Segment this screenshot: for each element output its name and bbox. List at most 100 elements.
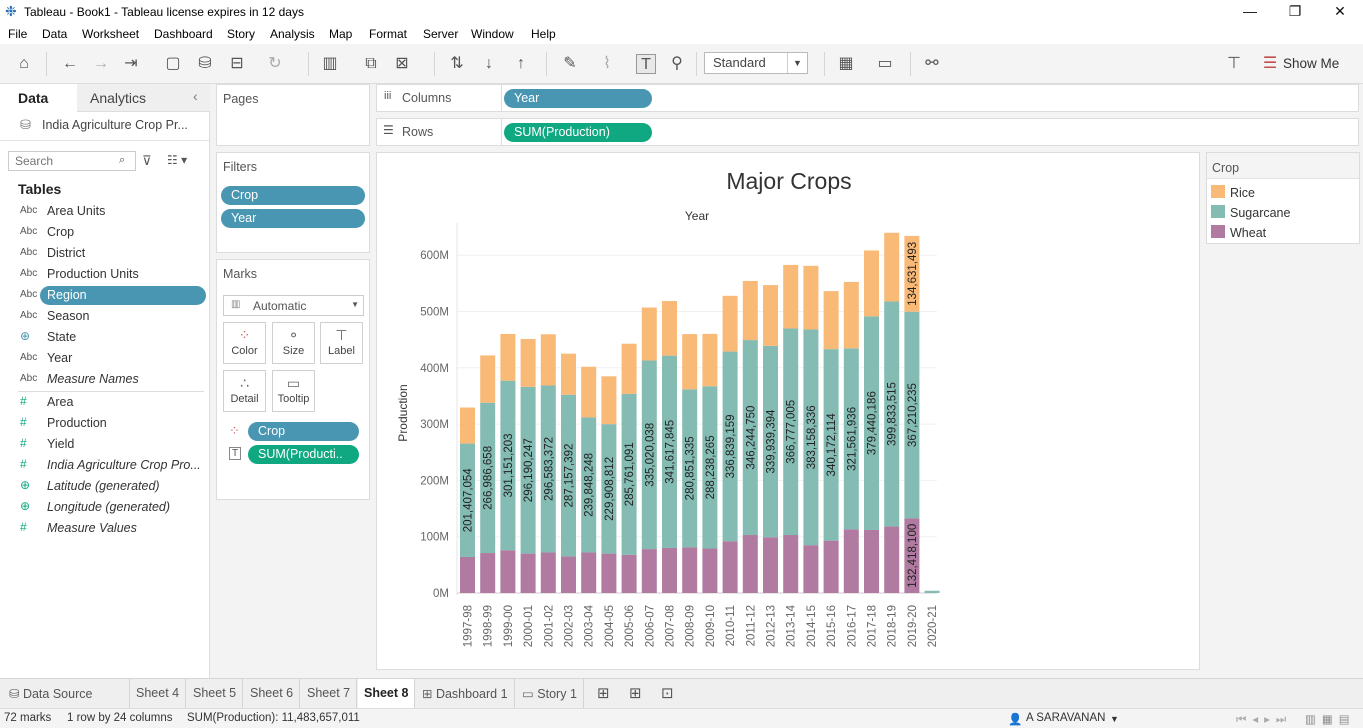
- menu-file[interactable]: File: [8, 27, 27, 41]
- bar-rice-2007-08[interactable]: [662, 301, 677, 356]
- duplicate-icon[interactable]: ⧉: [361, 54, 381, 74]
- bar-rice-2000-01[interactable]: [520, 338, 536, 387]
- field-district[interactable]: Abc District: [0, 243, 209, 264]
- bar-wheat-2008-09[interactable]: [682, 547, 698, 593]
- detail-button[interactable]: ∴ Detail: [223, 370, 266, 412]
- format-painter-icon[interactable]: ⊤: [1224, 54, 1244, 74]
- replay-icon[interactable]: ⇥: [121, 54, 141, 74]
- bar-rice-2017-18[interactable]: [864, 250, 879, 317]
- view-options-icon[interactable]: ☷ ▾: [167, 153, 187, 167]
- bar-wheat-2016-17[interactable]: [843, 529, 859, 593]
- swap-icon[interactable]: ⇅: [447, 54, 467, 74]
- menu-story[interactable]: Story: [227, 27, 255, 41]
- chart-view[interactable]: Major Crops Year Production 0M 100M 200M 30…: [376, 152, 1200, 670]
- bar-rice-2016-17[interactable]: [843, 281, 859, 349]
- bar-rice-2013-14[interactable]: [783, 264, 799, 329]
- menu-format[interactable]: Format: [369, 27, 407, 41]
- refresh-icon[interactable]: ↻: [265, 54, 285, 74]
- bar-rice-2001-02[interactable]: [540, 334, 556, 386]
- bar-rice-2008-09[interactable]: [682, 334, 698, 390]
- bar-rice-2011-12[interactable]: [742, 280, 758, 341]
- bar-wheat-2005-06[interactable]: [621, 554, 637, 593]
- share-icon[interactable]: ⚯: [922, 54, 942, 74]
- field-area[interactable]: # Area: [0, 392, 209, 413]
- bar-wheat-2004-05[interactable]: [601, 553, 617, 593]
- field-production[interactable]: # Production: [0, 413, 209, 434]
- bar-rice-2005-06[interactable]: [621, 343, 637, 394]
- fix-axes-icon[interactable]: ⚲: [667, 54, 687, 74]
- bar-wheat-2012-13[interactable]: [763, 537, 778, 593]
- bar-rice-2004-05[interactable]: [601, 376, 617, 425]
- new-worksheet-icon[interactable]: ⊞: [597, 684, 610, 702]
- bar-wheat-2018-19[interactable]: [884, 526, 900, 593]
- maximize-button[interactable]: ❐: [1272, 0, 1318, 24]
- field-year[interactable]: Abc Year: [0, 348, 209, 369]
- bar-rice-2015-16[interactable]: [823, 291, 839, 350]
- close-button[interactable]: ✕: [1317, 0, 1363, 24]
- legend-item-wheat[interactable]: Wheat: [1230, 226, 1266, 240]
- new-story-icon[interactable]: ⊡: [661, 684, 674, 702]
- pause-updates-icon[interactable]: ⊟: [227, 54, 247, 74]
- highlight-icon[interactable]: ✎: [560, 54, 580, 74]
- menu-map[interactable]: Map: [329, 27, 352, 41]
- menu-worksheet[interactable]: Worksheet: [82, 27, 139, 41]
- bar-wheat-2014-15[interactable]: [803, 545, 819, 593]
- field-season[interactable]: Abc Season: [0, 306, 209, 327]
- tab-sheet-6[interactable]: Sheet 6: [244, 679, 301, 708]
- bar-sugarcane-2020-21[interactable]: [924, 590, 940, 593]
- field-area-units[interactable]: Abc Area Units: [0, 201, 209, 222]
- new-dashboard-icon[interactable]: ⊞: [629, 684, 642, 702]
- mark-type-select[interactable]: ▥ Automatic ▼: [223, 295, 364, 316]
- bar-wheat-2002-03[interactable]: [561, 556, 576, 593]
- menu-analysis[interactable]: Analysis: [270, 27, 315, 41]
- filter-icon[interactable]: ⊽: [142, 153, 152, 169]
- bar-wheat-2007-08[interactable]: [662, 547, 677, 593]
- menu-window[interactable]: Window: [471, 27, 514, 41]
- field-yield[interactable]: # Yield: [0, 434, 209, 455]
- sort-asc-icon[interactable]: ↓: [479, 54, 499, 74]
- bar-rice-2006-07[interactable]: [641, 307, 657, 361]
- stacked-bar-chart[interactable]: Major Crops Year Production 0M 100M 200M 30…: [377, 153, 1199, 669]
- undo-icon[interactable]: ←: [60, 54, 80, 74]
- bar-rice-1998-99[interactable]: [480, 355, 496, 403]
- field-longitude[interactable]: ⊕ Longitude (generated): [0, 497, 209, 518]
- sort-desc-icon[interactable]: ↑: [511, 54, 531, 74]
- marks-pill-sum-production[interactable]: SUM(Producti..: [248, 445, 359, 464]
- status-user[interactable]: A SARAVANAN: [1026, 712, 1105, 724]
- chevron-down-icon[interactable]: ▼: [1110, 714, 1119, 724]
- tab-data[interactable]: Data: [0, 84, 77, 112]
- bar-wheat-2000-01[interactable]: [520, 553, 536, 593]
- clear-sheet-icon[interactable]: ⊠: [392, 54, 412, 74]
- field-crop[interactable]: Abc Crop: [0, 222, 209, 243]
- bar-rice-2003-04[interactable]: [581, 366, 597, 418]
- bar-rice-2010-11[interactable]: [722, 295, 738, 352]
- group-icon[interactable]: ⌇: [597, 54, 617, 74]
- menu-dashboard[interactable]: Dashboard: [154, 27, 213, 41]
- legend-item-rice[interactable]: Rice: [1230, 186, 1255, 200]
- field-region[interactable]: Abc Region: [0, 285, 209, 306]
- tab-sheet-7[interactable]: Sheet 7: [301, 679, 358, 708]
- field-latitude[interactable]: ⊕ Latitude (generated): [0, 476, 209, 497]
- save-icon[interactable]: ▢: [163, 54, 183, 74]
- tab-sheet-5[interactable]: Sheet 5: [187, 679, 244, 708]
- rows-shelf[interactable]: ☰ Rows SUM(Production): [376, 118, 1359, 146]
- columns-shelf[interactable]: iii Columns Year: [376, 84, 1359, 112]
- bar-wheat-2009-10[interactable]: [702, 548, 718, 593]
- bar-wheat-2006-07[interactable]: [641, 549, 657, 593]
- fit-mode-select[interactable]: Standard ▼: [704, 52, 808, 74]
- field-measure-values[interactable]: # Measure Values: [0, 518, 209, 539]
- datasource-name[interactable]: India Agriculture Crop Pr...: [42, 118, 188, 132]
- show-me-icon[interactable]: ☰: [1260, 54, 1280, 74]
- redo-icon[interactable]: →: [91, 54, 111, 74]
- bar-rice-1999-00[interactable]: [500, 333, 516, 381]
- label-button[interactable]: ⊤ Label: [320, 322, 363, 364]
- minimize-button[interactable]: —: [1227, 0, 1273, 24]
- home-icon[interactable]: ⌂: [14, 54, 34, 74]
- bar-wheat-2011-12[interactable]: [742, 535, 758, 593]
- sheet-nav-icon[interactable]: ⏮◂▸⏭: [1236, 712, 1292, 727]
- bar-wheat-2017-18[interactable]: [864, 529, 879, 593]
- bar-wheat-2001-02[interactable]: [540, 552, 556, 593]
- tab-story-1[interactable]: ▭ Story 1: [516, 679, 584, 708]
- filter-pill-crop[interactable]: Crop: [221, 186, 365, 205]
- chevron-down-icon[interactable]: ▼: [787, 53, 807, 73]
